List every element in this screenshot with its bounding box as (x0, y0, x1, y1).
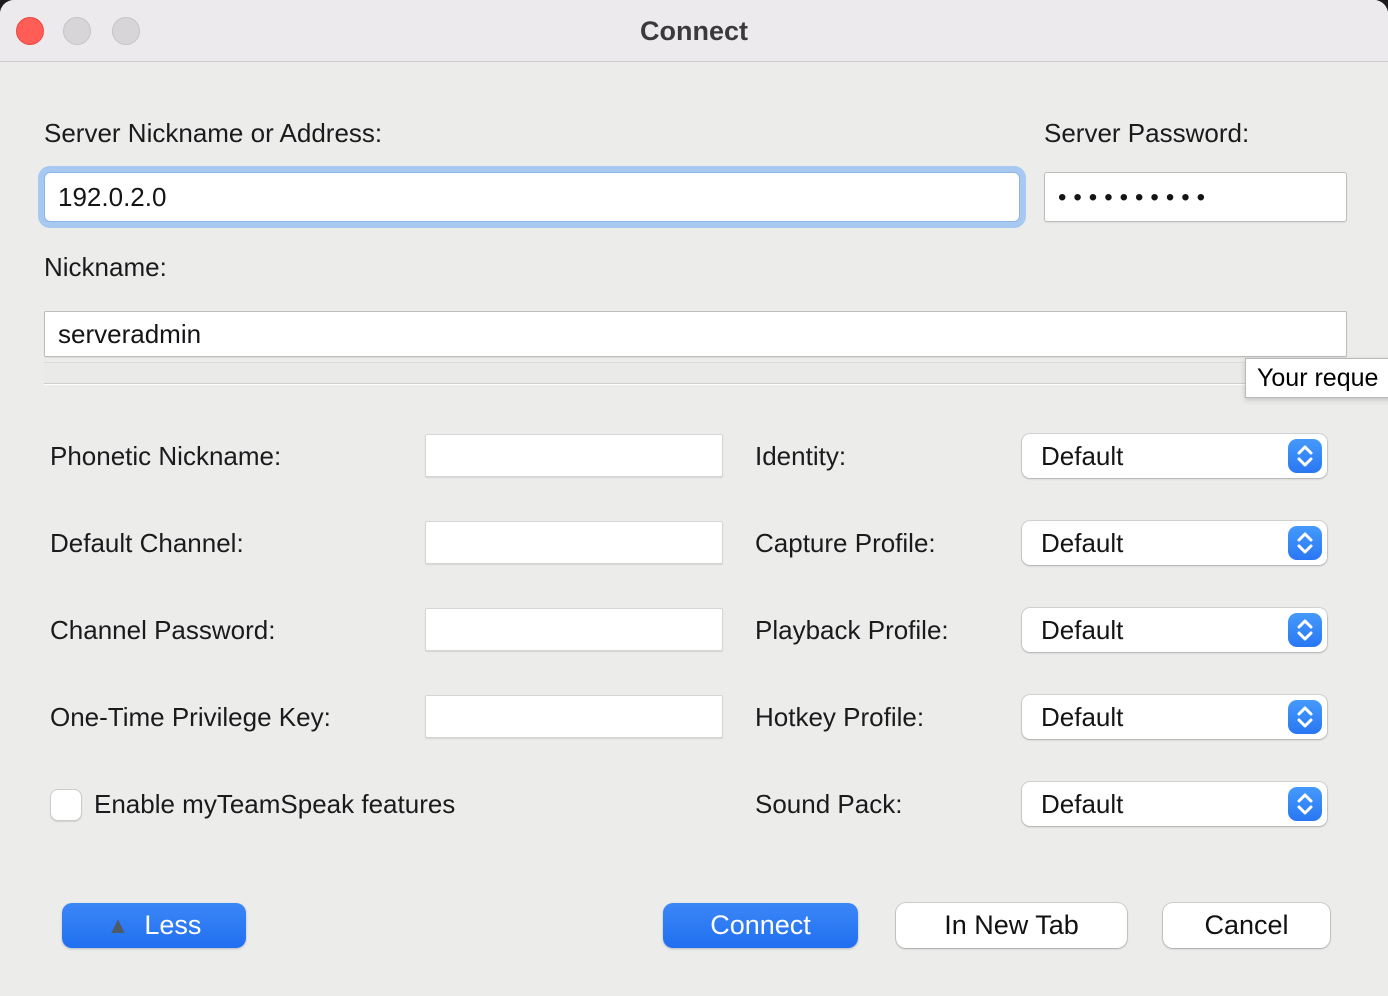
playback-profile-label: Playback Profile: (755, 615, 949, 646)
capture-profile-label: Capture Profile: (755, 528, 936, 559)
playback-profile-value: Default (1041, 608, 1123, 652)
server-address-input[interactable] (44, 172, 1020, 222)
titlebar: Connect (0, 0, 1388, 62)
connect-button[interactable]: Connect (663, 903, 858, 948)
hotkey-profile-dropdown[interactable]: Default (1022, 695, 1327, 739)
sound-pack-value: Default (1041, 782, 1123, 826)
channel-password-label: Channel Password: (50, 615, 275, 646)
chevron-up-down-icon (1288, 787, 1322, 821)
connect-dialog: Connect Server Nickname or Address: Serv… (0, 0, 1388, 996)
cancel-button-label: Cancel (1204, 910, 1288, 941)
triangle-up-icon: ▲ (107, 914, 130, 937)
one-time-privilege-key-input[interactable] (425, 695, 723, 738)
enable-myteamspeak-label: Enable myTeamSpeak features (94, 789, 455, 820)
hotkey-profile-value: Default (1041, 695, 1123, 739)
section-divider (44, 362, 1347, 384)
cancel-button[interactable]: Cancel (1163, 903, 1330, 948)
chevron-up-down-icon (1288, 526, 1322, 560)
sound-pack-dropdown[interactable]: Default (1022, 782, 1327, 826)
phonetic-nickname-input[interactable] (425, 434, 723, 477)
chevron-up-down-icon (1288, 613, 1322, 647)
chevron-up-down-icon (1288, 439, 1322, 473)
less-button[interactable]: ▲ Less (62, 903, 246, 948)
phonetic-nickname-label: Phonetic Nickname: (50, 441, 281, 472)
server-password-label: Server Password: (1044, 118, 1249, 149)
enable-myteamspeak-checkbox[interactable] (50, 789, 82, 821)
window-title: Connect (0, 0, 1388, 62)
in-new-tab-button[interactable]: In New Tab (896, 903, 1127, 948)
in-new-tab-button-label: In New Tab (944, 910, 1079, 941)
channel-password-input[interactable] (425, 608, 723, 651)
one-time-privilege-key-label: One-Time Privilege Key: (50, 702, 331, 733)
sound-pack-label: Sound Pack: (755, 789, 902, 820)
connect-button-label: Connect (710, 910, 811, 941)
identity-label: Identity: (755, 441, 846, 472)
default-channel-input[interactable] (425, 521, 723, 564)
tooltip: Your reque (1245, 358, 1388, 398)
nickname-input[interactable] (44, 311, 1347, 357)
server-password-input[interactable] (1044, 172, 1347, 222)
less-button-label: Less (144, 910, 201, 941)
capture-profile-value: Default (1041, 521, 1123, 565)
identity-dropdown[interactable]: Default (1022, 434, 1327, 478)
playback-profile-dropdown[interactable]: Default (1022, 608, 1327, 652)
server-address-label: Server Nickname or Address: (44, 118, 382, 149)
capture-profile-dropdown[interactable]: Default (1022, 521, 1327, 565)
hotkey-profile-label: Hotkey Profile: (755, 702, 924, 733)
chevron-up-down-icon (1288, 700, 1322, 734)
default-channel-label: Default Channel: (50, 528, 244, 559)
nickname-label: Nickname: (44, 252, 167, 283)
identity-value: Default (1041, 434, 1123, 478)
